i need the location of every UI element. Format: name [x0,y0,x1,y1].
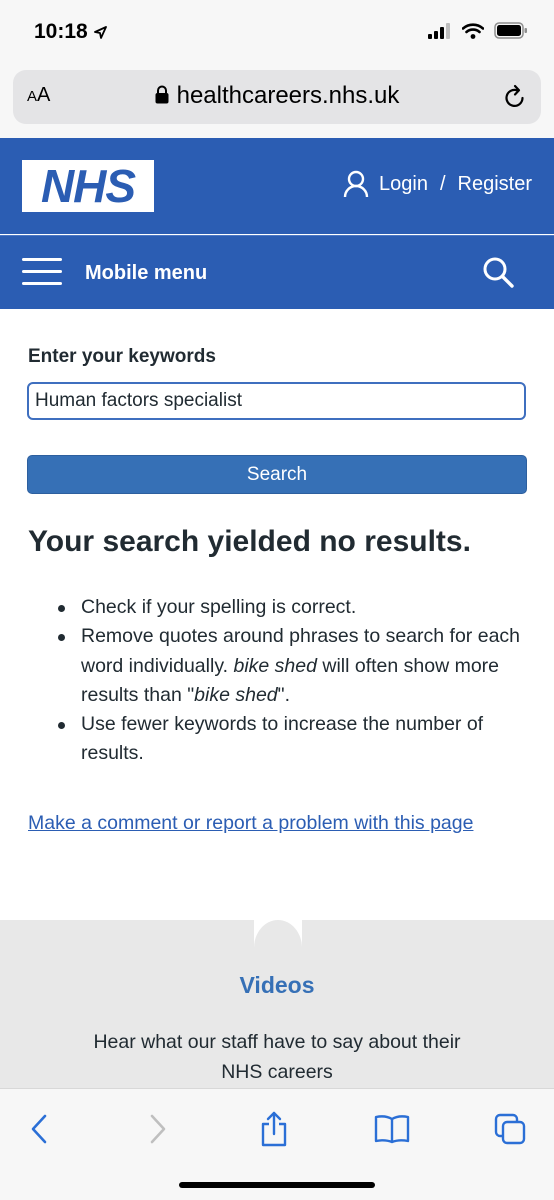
browser-top-bar: AA healthcareers.nhs.uk [0,62,554,138]
search-tips-list: Check if your spelling is correct. Remov… [58,593,538,769]
report-problem-link[interactable]: Make a comment or report a problem with … [28,809,518,839]
chevron-right-icon [150,1114,166,1144]
clock: 10:18 [34,20,88,43]
status-time: 10:18 [34,20,107,44]
nhs-logo[interactable]: NHS [22,160,154,212]
address-bar[interactable]: AA healthcareers.nhs.uk [13,70,541,124]
hamburger-menu-icon[interactable] [22,258,62,286]
book-icon [374,1115,410,1144]
tip-quotes: Remove quotes around phrases to search f… [58,622,538,710]
login-link[interactable]: Login [379,173,428,196]
tip-spelling: Check if your spelling is correct. [58,593,538,622]
battery-icon [494,22,527,39]
tip-quotes-example: bike shed [233,654,317,677]
videos-section: Videos Hear what our staff have to say a… [0,920,554,1090]
status-bar: 10:18 [0,0,554,62]
tabs-icon [494,1113,526,1145]
tip-quotes-example-quoted: bike shed [194,683,278,706]
mobile-menu-button[interactable]: Mobile menu [85,262,207,285]
search-button[interactable]: Search [27,455,527,494]
tip-fewer-keywords: Use fewer keywords to increase the numbe… [58,710,538,769]
share-icon [261,1111,287,1147]
search-icon[interactable] [482,256,514,288]
back-button[interactable] [19,1109,59,1149]
tabs-button[interactable] [490,1109,530,1149]
keywords-label: Enter your keywords [28,346,216,367]
register-link[interactable]: Register [458,173,532,196]
videos-heading[interactable]: Videos [0,972,554,999]
reload-icon[interactable] [503,84,527,110]
share-button[interactable] [254,1109,294,1149]
nhs-logo-text: NHS [40,160,136,212]
wifi-icon [462,22,484,39]
url-display[interactable]: healthcareers.nhs.uk [13,82,541,110]
browser-toolbar [0,1088,554,1200]
forward-button[interactable] [138,1109,178,1149]
user-icon [343,170,369,198]
chevron-left-icon [31,1114,47,1144]
cellular-signal-icon [428,22,450,39]
no-results-heading: Your search yielded no results. [28,525,471,558]
bookmarks-button[interactable] [372,1109,412,1149]
videos-description: Hear what our staff have to say about th… [93,1031,461,1083]
url-text: healthcareers.nhs.uk [176,82,400,109]
mobile-nav-bar: Mobile menu [0,235,554,309]
tip-quotes-end: ". [277,683,290,706]
keywords-input[interactable] [27,382,526,420]
location-arrow-icon [93,25,107,39]
lock-icon [155,85,169,104]
login-register: Login / Register [343,170,532,198]
login-separator: / [439,172,446,195]
home-indicator [179,1182,375,1188]
site-header: NHS Login / Register [0,138,554,234]
status-icons [428,22,528,39]
section-notch [254,920,302,948]
